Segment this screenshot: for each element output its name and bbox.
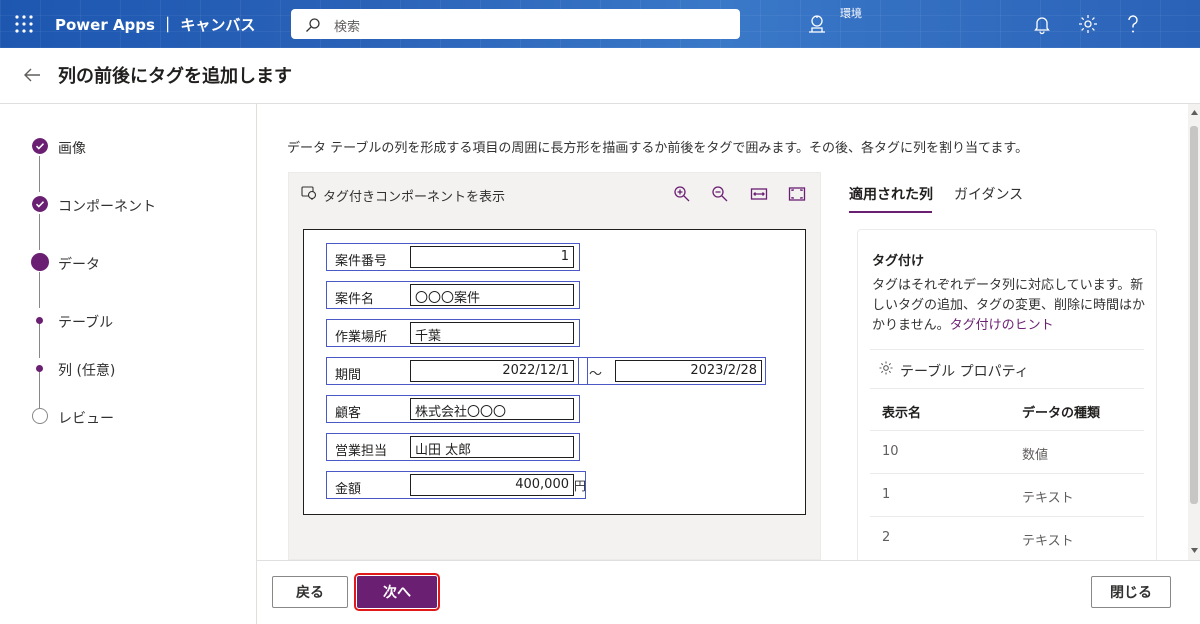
page-title: 列の前後にタグを追加します — [58, 66, 292, 87]
active-tab-indicator — [849, 211, 932, 213]
column-header-display-name: 表示名 — [882, 406, 922, 421]
field-label: 期間 — [335, 368, 362, 383]
environment-icon[interactable] — [806, 13, 828, 35]
lightbulb-icon — [301, 186, 317, 200]
field-label: 営業担当 — [335, 444, 388, 459]
search-input[interactable]: 検索 — [291, 9, 740, 39]
current-step-dot — [31, 253, 49, 271]
step-data: データ — [16, 252, 246, 273]
tagged-component-viewer: タグ付きコンポーネントを表示 案件番号 1 案件名 〇〇〇案件 作業場所 千葉 — [288, 172, 821, 560]
substep-dot — [36, 365, 43, 372]
range-separator: ～ — [589, 367, 603, 382]
field-label: 金額 — [335, 482, 362, 497]
tab-guidance[interactable]: ガイダンス — [954, 184, 1023, 204]
document-preview[interactable]: 案件番号 1 案件名 〇〇〇案件 作業場所 千葉 期間 2022/12/1 ～ … — [303, 229, 806, 515]
step-connector — [39, 272, 40, 308]
fit-width-icon[interactable] — [750, 185, 768, 203]
pending-step-dot — [32, 408, 48, 424]
tagging-hint-link[interactable]: タグ付けのヒント — [950, 318, 1054, 333]
field-value: 1 — [410, 246, 574, 268]
app-launcher-icon[interactable] — [14, 14, 34, 34]
back-arrow-icon[interactable] — [22, 65, 42, 90]
field-label: 作業場所 — [335, 330, 388, 345]
scrollbar-thumb[interactable] — [1190, 126, 1198, 504]
step-connector — [39, 156, 40, 192]
instructions-text: データ テーブルの列を形成する項目の周囲に長方形を描画するか前後をタグで囲みます… — [287, 141, 1029, 156]
close-button[interactable]: 閉じる — [1091, 576, 1171, 608]
tagging-card: タグ付け タグはそれぞれデータ列に対応しています。新しいタグの追加、タグの変更、… — [857, 229, 1157, 560]
gear-icon[interactable] — [1077, 13, 1099, 35]
table-cell[interactable]: 1 — [882, 487, 890, 502]
field-value: 株式会社〇〇〇 — [410, 398, 574, 420]
step-label: テーブル — [58, 315, 114, 331]
divider — [870, 349, 1144, 350]
help-icon[interactable] — [1122, 13, 1144, 35]
tab-applied-columns[interactable]: 適用された列 — [849, 184, 933, 204]
field-value: 山田 太郎 — [410, 436, 574, 458]
tag-separator — [578, 357, 588, 385]
viewer-toolbar: タグ付きコンポーネントを表示 — [289, 173, 820, 213]
table-cell[interactable]: 数値 — [1022, 444, 1048, 463]
table-cell[interactable]: 10 — [882, 444, 899, 459]
divider — [870, 473, 1144, 474]
top-bar: Power Apps ｜ キャンバス 検索 環境 — [0, 0, 1200, 48]
page-header: 列の前後にタグを追加します — [0, 48, 1200, 104]
table-properties-label[interactable]: テーブル プロパティ — [900, 361, 1029, 381]
divider — [870, 516, 1144, 517]
wizard-steps: 画像 コンポーネント データ テーブル 列 (任意) レビュー — [16, 104, 257, 624]
column-header-data-type: データの種類 — [1022, 406, 1101, 421]
scroll-down-icon[interactable] — [1191, 548, 1198, 553]
footer-bar: 戻る 次へ 閉じる — [257, 560, 1200, 624]
scroll-up-icon[interactable] — [1191, 110, 1198, 115]
checkmark-icon — [32, 138, 48, 154]
zoom-out-icon[interactable] — [711, 185, 729, 203]
step-image: 画像 — [16, 136, 246, 157]
vertical-scrollbar[interactable] — [1188, 104, 1200, 560]
search-icon — [306, 18, 320, 32]
step-label: コンポーネント — [58, 199, 156, 215]
zoom-in-icon[interactable] — [673, 185, 691, 203]
field-label: 案件名 — [335, 292, 375, 307]
table-cell[interactable]: テキスト — [1022, 487, 1074, 506]
search-placeholder: 検索 — [334, 20, 361, 35]
app-title[interactable]: Power Apps ｜ キャンバス — [55, 14, 255, 35]
step-review: レビュー — [16, 406, 246, 427]
step-table: テーブル — [16, 310, 246, 331]
field-label: 案件番号 — [335, 254, 388, 269]
fit-page-icon[interactable] — [788, 185, 806, 203]
divider — [870, 388, 1144, 389]
field-label: 顧客 — [335, 406, 362, 421]
field-value: 2023/2/28 — [615, 360, 762, 382]
environment-label[interactable]: 環境 — [840, 5, 862, 21]
field-value: 2022/12/1 — [410, 360, 574, 382]
side-panel: 適用された列 ガイダンス タグ付け タグはそれぞれデータ列に対応しています。新し… — [845, 172, 1157, 560]
checkmark-icon — [32, 196, 48, 212]
main-content: データ テーブルの列を形成する項目の周囲に長方形を描画するか前後をタグで囲みます… — [257, 104, 1188, 560]
step-label: 画像 — [58, 141, 86, 157]
field-value: 千葉 — [410, 322, 574, 344]
viewer-title: タグ付きコンポーネントを表示 — [323, 190, 506, 205]
card-title: タグ付け — [872, 254, 925, 269]
divider — [870, 430, 1144, 431]
table-cell[interactable]: テキスト — [1022, 530, 1074, 549]
next-button[interactable]: 次へ — [354, 573, 440, 611]
substep-dot — [36, 317, 43, 324]
currency-suffix: 円 — [574, 479, 587, 493]
field-value: 400,000 — [410, 474, 574, 496]
back-button[interactable]: 戻る — [272, 576, 348, 608]
step-connector — [39, 214, 40, 250]
gear-icon — [879, 361, 893, 375]
step-label: 列 (任意) — [58, 363, 116, 379]
field-value: 〇〇〇案件 — [410, 284, 574, 306]
card-text: タグはそれぞれデータ列に対応しています。新しいタグの追加、タグの変更、削除に時間… — [872, 276, 1152, 336]
step-columns: 列 (任意) — [16, 358, 246, 379]
table-cell[interactable]: 2 — [882, 530, 890, 545]
bell-icon[interactable] — [1031, 13, 1053, 35]
step-label: データ — [58, 257, 100, 273]
step-component: コンポーネント — [16, 194, 246, 215]
step-label: レビュー — [58, 411, 114, 427]
